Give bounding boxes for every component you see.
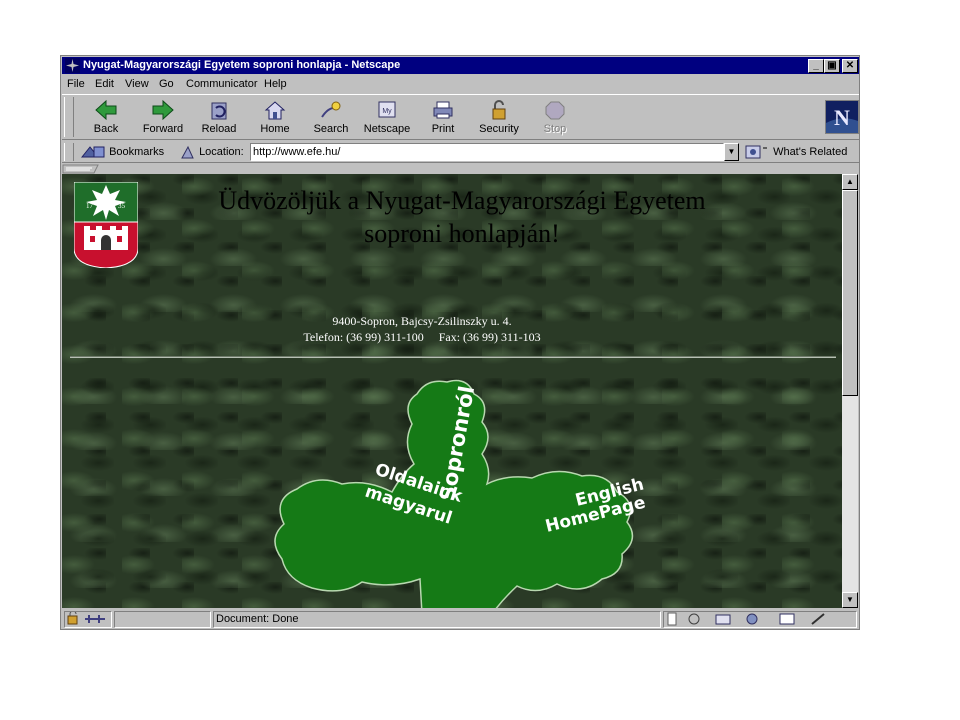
- scroll-thumb[interactable]: [842, 190, 858, 396]
- title-bar: Nyugat-Magyarországi Egyetem soproni hon…: [62, 57, 859, 74]
- scroll-down-button[interactable]: ▼: [842, 592, 858, 608]
- security-status-icon: [67, 610, 105, 625]
- mail-icon: [715, 614, 731, 625]
- reload-icon: [211, 102, 227, 120]
- security-status-panel[interactable]: [64, 610, 112, 628]
- netscape-app-icon: [65, 58, 80, 73]
- notes-icon: [811, 613, 825, 625]
- window-title: Nyugat-Magyarországi Egyetem soproni hon…: [83, 59, 401, 71]
- whats-related-button[interactable]: What's Related: [744, 143, 847, 161]
- oak-leaf-navigation-map: Sopronról Oldalaink magyarul English Hom…: [274, 379, 647, 608]
- whats-related-label: What's Related: [773, 146, 848, 158]
- svg-text:N: N: [834, 105, 850, 130]
- maximize-button[interactable]: ▣: [824, 59, 840, 73]
- netscape-logo[interactable]: N: [825, 100, 859, 134]
- back-arrow-icon: [95, 99, 117, 121]
- back-button[interactable]: Back: [78, 98, 134, 138]
- close-button[interactable]: ✕: [842, 59, 858, 73]
- location-label-group: Location:: [180, 143, 244, 161]
- vertical-scrollbar[interactable]: ▲ ▼: [842, 174, 858, 608]
- minimize-button[interactable]: _: [808, 59, 824, 73]
- scroll-up-button[interactable]: ▲: [842, 174, 858, 190]
- menu-go[interactable]: Go: [159, 75, 174, 93]
- stop-icon: [545, 101, 565, 120]
- url-history-dropdown[interactable]: ▼: [724, 143, 739, 161]
- reload-button[interactable]: Reload: [191, 98, 247, 138]
- newsgroups-icon: [746, 613, 758, 625]
- menu-help[interactable]: Help: [264, 75, 287, 93]
- location-toolbar-grip[interactable]: [64, 143, 74, 161]
- horizontal-divider: [70, 356, 836, 358]
- menu-view[interactable]: View: [125, 75, 149, 93]
- composer-icon: [779, 613, 795, 625]
- component-bar: [663, 611, 857, 628]
- printer-icon: [433, 101, 453, 119]
- home-button[interactable]: Home: [247, 98, 303, 138]
- status-text: Document: Done: [213, 611, 661, 628]
- print-button[interactable]: Print: [415, 98, 471, 138]
- toolbar-collapse-tab[interactable]: [62, 164, 859, 174]
- browser-window: Nyugat-Magyarországi Egyetem soproni hon…: [60, 55, 860, 630]
- location-page-icon: [181, 145, 194, 159]
- netscape-button[interactable]: My Netscape: [359, 98, 415, 138]
- contact-address: 9400-Sopron, Bajcsy-Zsilinszky u. 4. Tel…: [162, 313, 682, 345]
- heading-line-2: soproni honlapján!: [364, 219, 560, 248]
- url-input[interactable]: [250, 143, 724, 161]
- menu-edit[interactable]: Edit: [95, 75, 114, 93]
- navigation-toolbar: Back Forward Reload Home Search My Netsc…: [62, 94, 859, 140]
- progress-bar: [114, 611, 211, 628]
- page-heading: Üdvözöljük a Nyugat-Magyarországi Egyete…: [122, 184, 802, 250]
- address-line: 9400-Sopron, Bajcsy-Zsilinszky u. 4.: [332, 314, 512, 328]
- location-toolbar: Bookmarks Location: ▼ What's Related: [62, 141, 859, 163]
- bookmarks-icon: [80, 146, 105, 158]
- forward-arrow-icon: [152, 99, 174, 121]
- navigator-icon: [688, 613, 700, 625]
- component-bar-icons: [667, 612, 825, 626]
- status-bar: Document: Done: [62, 609, 859, 629]
- location-label: Location:: [199, 146, 244, 158]
- home-icon: [264, 101, 286, 120]
- menu-communicator[interactable]: Communicator: [186, 75, 258, 93]
- menu-bar: File Edit View Go Communicator Help: [62, 75, 859, 93]
- search-icon: [321, 101, 341, 118]
- padlock-icon: [492, 100, 506, 120]
- whats-related-icon: [745, 145, 767, 159]
- bookmarks-button[interactable]: Bookmarks: [80, 143, 164, 161]
- stop-button[interactable]: Stop: [527, 98, 583, 138]
- netscape-my-icon: My: [378, 101, 396, 118]
- heading-line-1: Üdvözöljük a Nyugat-Magyarországi Egyete…: [218, 186, 706, 215]
- netscape-n-logo-icon: N: [826, 101, 858, 133]
- security-button[interactable]: Security: [471, 98, 527, 138]
- bookmarks-label: Bookmarks: [109, 146, 165, 158]
- menu-file[interactable]: File: [67, 75, 85, 93]
- svg-text:17: 17: [86, 202, 94, 210]
- page-content: 17 35 Üdvözöljük a Nyugat-Magyarországi …: [62, 174, 842, 608]
- phone-fax-line: Telefon: (36 99) 311-100 Fax: (36 99) 31…: [303, 330, 541, 344]
- forward-button[interactable]: Forward: [135, 98, 191, 138]
- svg-text:My: My: [382, 108, 392, 115]
- toolbar-grip[interactable]: [64, 97, 74, 137]
- search-button[interactable]: Search: [303, 98, 359, 138]
